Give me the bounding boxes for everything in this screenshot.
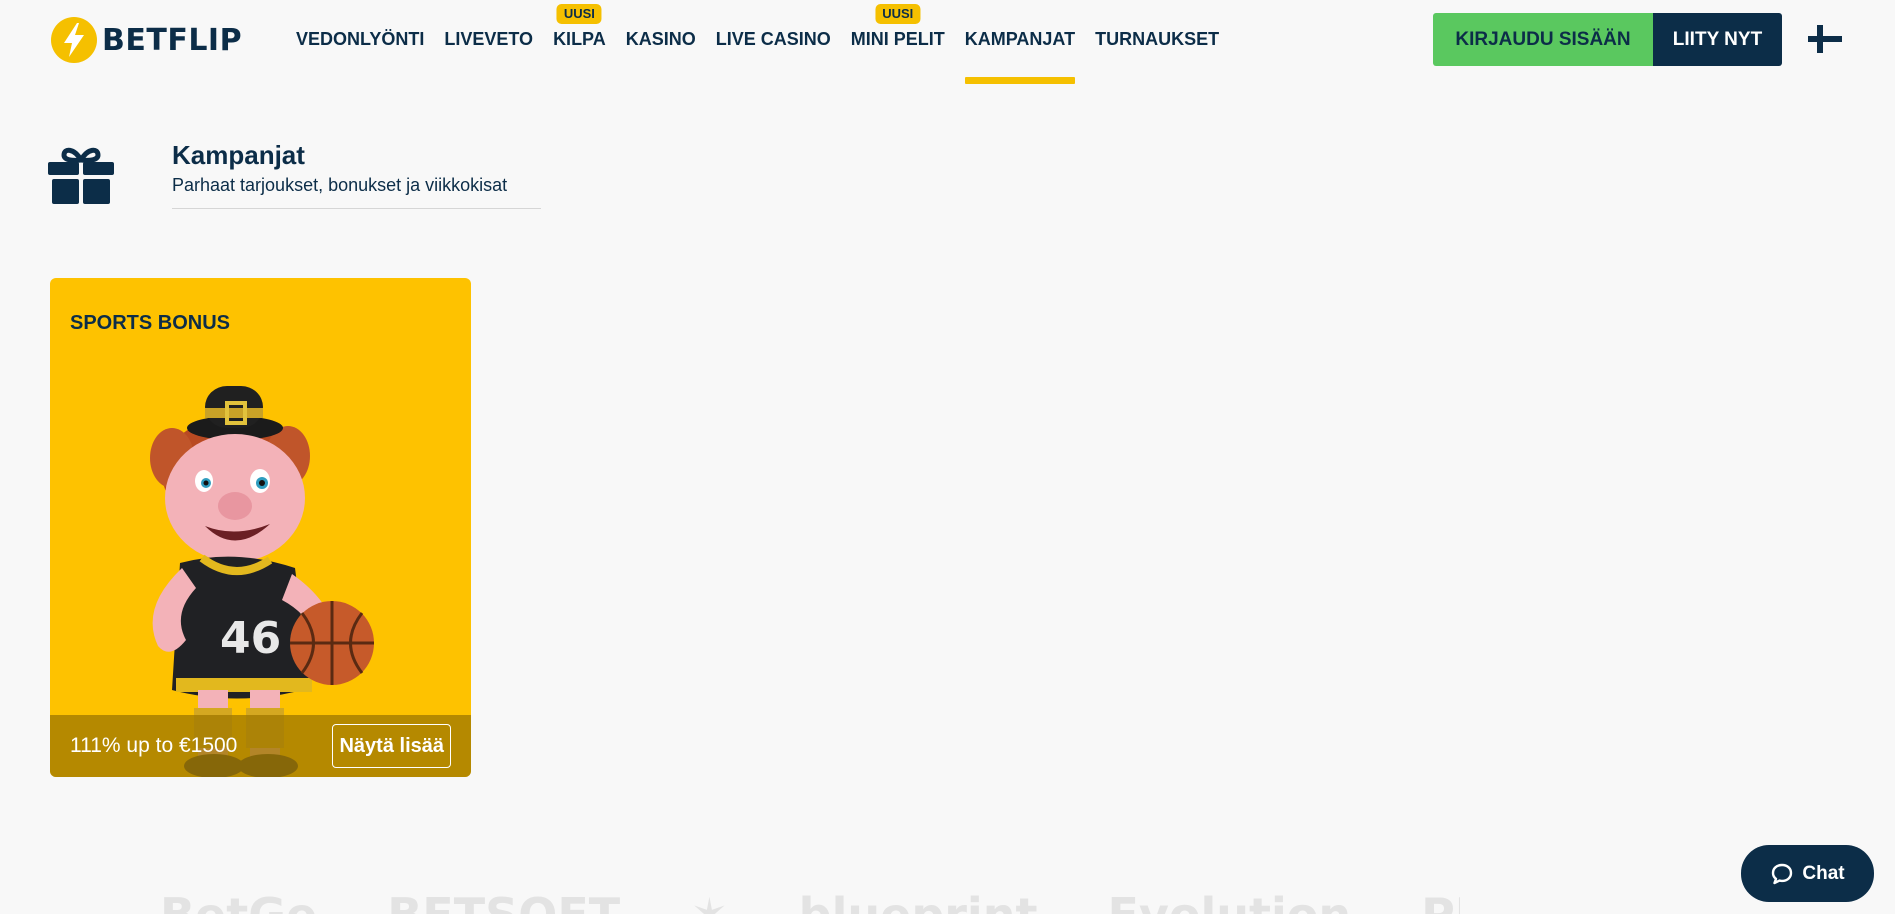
finland-flag-icon[interactable]: [1808, 25, 1842, 53]
provider-logo: PLAYSON: [1421, 892, 1460, 914]
provider-logo: BETSOFT: [387, 892, 620, 914]
nav-item-label: KASINO: [625, 29, 696, 49]
brand-logo[interactable]: BETFLIP: [50, 16, 242, 64]
promo-card[interactable]: SPORTS BONUS 46 111% up to €1500 Näytä l…: [50, 278, 471, 777]
promo-offer: 111% up to €1500: [70, 734, 238, 757]
nav-item-label: VEDONLYÖNTI: [296, 29, 425, 49]
new-badge: UUSI: [875, 4, 921, 24]
nav-item-label: LIVEVETO: [444, 29, 534, 49]
nav-item-kilpa[interactable]: UUSI KILPA: [543, 0, 616, 84]
nav-item-label: KAMPANJAT: [964, 29, 1076, 49]
promo-title: SPORTS BONUS: [70, 312, 231, 334]
nav-item-liveveto[interactable]: LIVEVETO: [434, 0, 543, 84]
nav-item-label: KILPA: [553, 29, 606, 49]
site-header: BETFLIP VEDONLYÖNTI LIVEVETO UUSI KILPA …: [0, 0, 1895, 84]
provider-logo: ✶: [690, 892, 729, 914]
promo-footer: 111% up to €1500 Näytä lisää: [50, 715, 471, 777]
new-badge: UUSI: [556, 4, 602, 24]
gift-icon: [48, 147, 114, 204]
svg-text:46: 46: [220, 613, 281, 664]
provider-logos: BetGe BETSOFT ✶ blueprint Evolution PLAY…: [160, 892, 1460, 914]
nav-item-turnaukset[interactable]: TURNAUKSET: [1085, 0, 1229, 84]
provider-logo: Evolution: [1107, 892, 1351, 914]
nav-item-live-casino[interactable]: LIVE CASINO: [706, 0, 841, 84]
chat-bubble-icon: [1772, 863, 1793, 884]
join-button[interactable]: LIITY NYT: [1653, 13, 1782, 66]
page-subtitle: Parhaat tarjoukset, bonukset ja viikkoki…: [172, 175, 508, 195]
nav-item-kasino[interactable]: KASINO: [616, 0, 706, 84]
nav-item-label: TURNAUKSET: [1095, 29, 1220, 49]
brand-name: BETFLIP: [102, 22, 243, 58]
lightning-logo-icon: [51, 17, 97, 63]
nav-item-kampanjat[interactable]: KAMPANJAT: [955, 0, 1085, 84]
nav-item-label: MINI PELIT: [850, 29, 945, 49]
main-nav: VEDONLYÖNTI LIVEVETO UUSI KILPA KASINO L…: [286, 0, 1229, 84]
nav-item-label: LIVE CASINO: [715, 29, 831, 49]
login-button[interactable]: KIRJAUDU SISÄÄN: [1433, 13, 1653, 66]
nav-item-mini-pelit[interactable]: UUSI MINI PELIT: [841, 0, 955, 84]
chat-button[interactable]: Chat: [1741, 845, 1874, 902]
chat-label: Chat: [1802, 862, 1845, 884]
show-more-button[interactable]: Näytä lisää: [332, 724, 451, 768]
provider-logo: BetGe: [160, 892, 317, 914]
page-title: Kampanjat: [172, 140, 305, 170]
nav-item-vedonlyonti[interactable]: VEDONLYÖNTI: [286, 0, 434, 84]
heading-text: Kampanjat Parhaat tarjoukset, bonukset j…: [172, 140, 541, 209]
provider-logo: blueprint: [799, 892, 1038, 914]
